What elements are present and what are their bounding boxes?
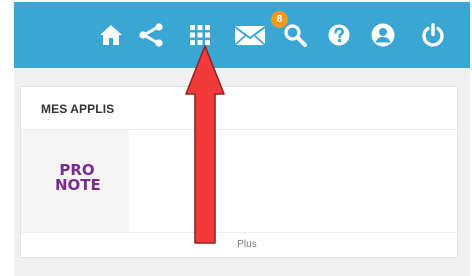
home-button[interactable] — [94, 2, 128, 68]
divider — [21, 232, 457, 233]
my-apps-panel: MES APPLIS PRO NOTE Plus — [20, 86, 458, 258]
panel-title: MES APPLIS — [41, 102, 115, 116]
more-apps-link[interactable]: Plus — [21, 239, 457, 250]
apps-grid-icon — [190, 25, 210, 45]
pronote-logo: PRO NOTE — [55, 163, 101, 194]
mail-icon — [234, 26, 266, 46]
more-apps-label: Plus — [237, 239, 257, 250]
help-icon — [328, 24, 350, 46]
top-navigation-bar: 8 — [14, 2, 470, 68]
help-button[interactable] — [322, 2, 356, 68]
user-icon — [371, 23, 395, 47]
share-button[interactable] — [134, 2, 168, 68]
home-icon — [100, 25, 122, 45]
app-tile-pronote[interactable]: PRO NOTE — [21, 130, 129, 232]
search-icon — [284, 24, 307, 47]
logout-button[interactable] — [416, 2, 450, 68]
share-icon — [139, 23, 163, 47]
messages-button[interactable] — [230, 2, 270, 68]
apps-menu-button[interactable] — [183, 2, 217, 68]
account-button[interactable] — [366, 2, 400, 68]
pronote-logo-line-2: NOTE — [55, 176, 101, 194]
power-icon — [422, 23, 444, 47]
search-button[interactable] — [278, 2, 312, 68]
